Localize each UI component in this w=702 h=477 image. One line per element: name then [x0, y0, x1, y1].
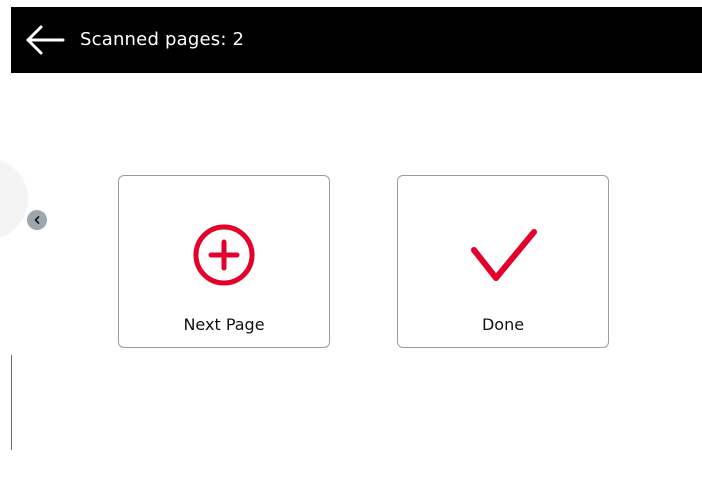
done-label: Done: [481, 315, 525, 334]
divider-line: [11, 355, 12, 450]
side-panel-handle: [0, 158, 28, 240]
next-page-button[interactable]: Next Page: [118, 175, 330, 348]
done-button[interactable]: Done: [397, 175, 609, 348]
next-page-label: Next Page: [183, 315, 265, 334]
header-bar: Scanned pages: 2: [11, 7, 702, 73]
chevron-left-icon: [34, 216, 40, 224]
plus-circle-icon: [193, 224, 255, 286]
back-button[interactable]: [25, 25, 65, 55]
page-title: Scanned pages: 2: [80, 29, 245, 50]
arrow-left-icon: [26, 25, 65, 55]
checkmark-icon: [471, 229, 537, 281]
scan-screen: Scanned pages: 2 Next Page Done: [0, 0, 702, 477]
side-panel-toggle-button[interactable]: [27, 210, 47, 230]
